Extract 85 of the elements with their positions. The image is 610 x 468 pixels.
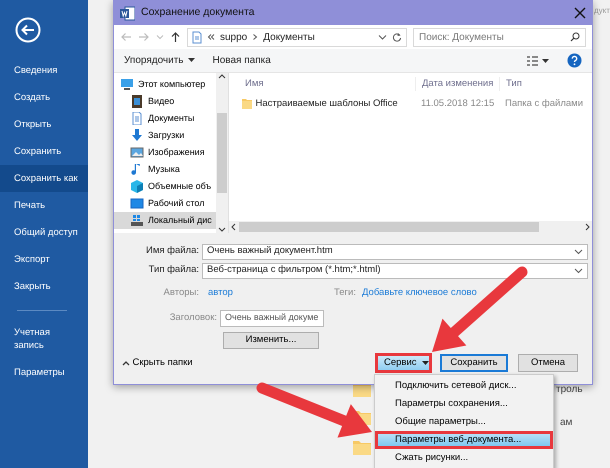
organize-button[interactable]: Упорядочить [124, 53, 195, 68]
background-text: дукт [594, 5, 610, 17]
field-label: Теги: [334, 286, 356, 300]
sidebar-item[interactable]: Экспорт [0, 246, 88, 273]
drive-icon [130, 214, 144, 227]
nav-item[interactable]: Изображения [114, 144, 216, 161]
image-icon [130, 146, 144, 159]
cancel-button[interactable]: Отмена [518, 354, 578, 372]
nav-item[interactable]: Объемные объ [114, 178, 216, 195]
view-options-icon[interactable] [527, 56, 549, 66]
column-header[interactable]: Имя [229, 76, 415, 92]
path-segment[interactable]: suppo [220, 30, 248, 44]
nav-item[interactable]: Загрузки [114, 127, 216, 144]
search-icon [570, 32, 580, 42]
nav-item[interactable]: Рабочий стол [114, 195, 216, 212]
double-chevron-icon [207, 33, 215, 41]
sidebar-item[interactable]: Общий доступ [0, 219, 88, 246]
nav-item[interactable]: Музыка [114, 161, 216, 178]
nav-item[interactable]: Видео [114, 93, 216, 110]
chevron-right-icon [252, 33, 258, 41]
sidebar-item[interactable]: Закрыть [0, 273, 88, 300]
scroll-up-icon[interactable] [218, 73, 226, 79]
sidebar-item[interactable]: Параметры [0, 359, 88, 386]
field-label: Тип файла: [148, 263, 200, 278]
save-button[interactable]: Сохранить [440, 354, 508, 372]
folder-icon [241, 98, 253, 110]
menu-item[interactable]: Общие параметры... [375, 413, 553, 431]
window-title: Сохранение документа [141, 5, 256, 20]
cube-icon [130, 180, 144, 193]
chevron-up-icon [122, 360, 130, 366]
sidebar-item[interactable]: Открыть [0, 111, 88, 138]
hide-folders-button[interactable]: Скрыть папки [122, 356, 193, 370]
column-header[interactable]: Тип [499, 76, 579, 92]
column-header[interactable]: Дата изменения [415, 76, 499, 92]
file-date: 11.05.2018 12:15 [420, 96, 496, 111]
download-icon [130, 129, 144, 142]
field-label: Авторы: [162, 286, 200, 300]
tags-link[interactable]: Добавьте ключевое слово [356, 286, 477, 300]
field-label: Имя файла: [144, 244, 200, 258]
field-label: Заголовок: [168, 310, 218, 325]
sidebar-item[interactable]: Сохранить как [0, 165, 88, 192]
chevron-down-icon [574, 248, 583, 254]
caret-icon [188, 58, 195, 63]
tools-button[interactable]: Сервис [375, 353, 432, 373]
nav-item[interactable]: Документы [114, 110, 216, 127]
nav-item[interactable]: Этот компьютер [114, 76, 216, 93]
scrollbar-thumb[interactable] [217, 113, 227, 193]
background-text: ам [560, 416, 572, 430]
back-icon[interactable] [15, 17, 41, 43]
film-icon [130, 95, 144, 108]
scrollbar-thumb[interactable] [239, 222, 539, 232]
file-name[interactable]: Настраиваемые шаблоны Office [256, 96, 398, 112]
nav-item[interactable]: Локальный дис [114, 212, 216, 229]
change-button[interactable]: Изменить... [223, 332, 319, 349]
document-icon [192, 30, 202, 44]
search-field[interactable]: Поиск: Документы [413, 28, 586, 46]
help-icon[interactable] [567, 53, 582, 68]
word-icon [120, 6, 135, 20]
file-type-dropdown[interactable]: Веб-страница с фильтром (*.htm;*.html) [202, 262, 588, 278]
path-segment[interactable]: Документы [263, 30, 315, 44]
sidebar-item[interactable]: Сведения [0, 57, 88, 84]
refresh-icon[interactable] [392, 32, 402, 42]
menu-item[interactable]: Параметры веб-документа... [375, 431, 553, 449]
sidebar-item[interactable]: Сохранить [0, 138, 88, 165]
document-icon [130, 112, 144, 125]
sidebar-item[interactable]: Печать [0, 192, 88, 219]
menu-item[interactable]: Параметры сохранения... [375, 395, 553, 413]
file-name-field[interactable]: Очень важный документ.htm [202, 244, 588, 260]
title-field[interactable]: Очень важный докуме [220, 310, 324, 326]
menu-item[interactable]: Сжать рисунки... [375, 449, 553, 467]
close-icon[interactable] [574, 7, 586, 19]
background-text: троль [556, 383, 583, 397]
scroll-down-icon[interactable] [218, 227, 226, 233]
sidebar-item[interactable]: Учетная запись [0, 319, 88, 359]
up-arrow-icon[interactable] [170, 31, 181, 43]
computer-icon [120, 78, 134, 91]
chevron-down-icon[interactable] [378, 33, 387, 41]
sidebar-item[interactable]: Создать [0, 84, 88, 111]
caret-icon [422, 360, 429, 366]
author-link[interactable]: автор [202, 286, 334, 300]
new-folder-button[interactable]: Новая папка [212, 53, 271, 68]
folder-icon [352, 438, 372, 456]
menu-item[interactable]: Подключить сетевой диск... [375, 377, 553, 395]
chevron-down-icon [574, 268, 583, 274]
desktop-icon [130, 197, 144, 210]
